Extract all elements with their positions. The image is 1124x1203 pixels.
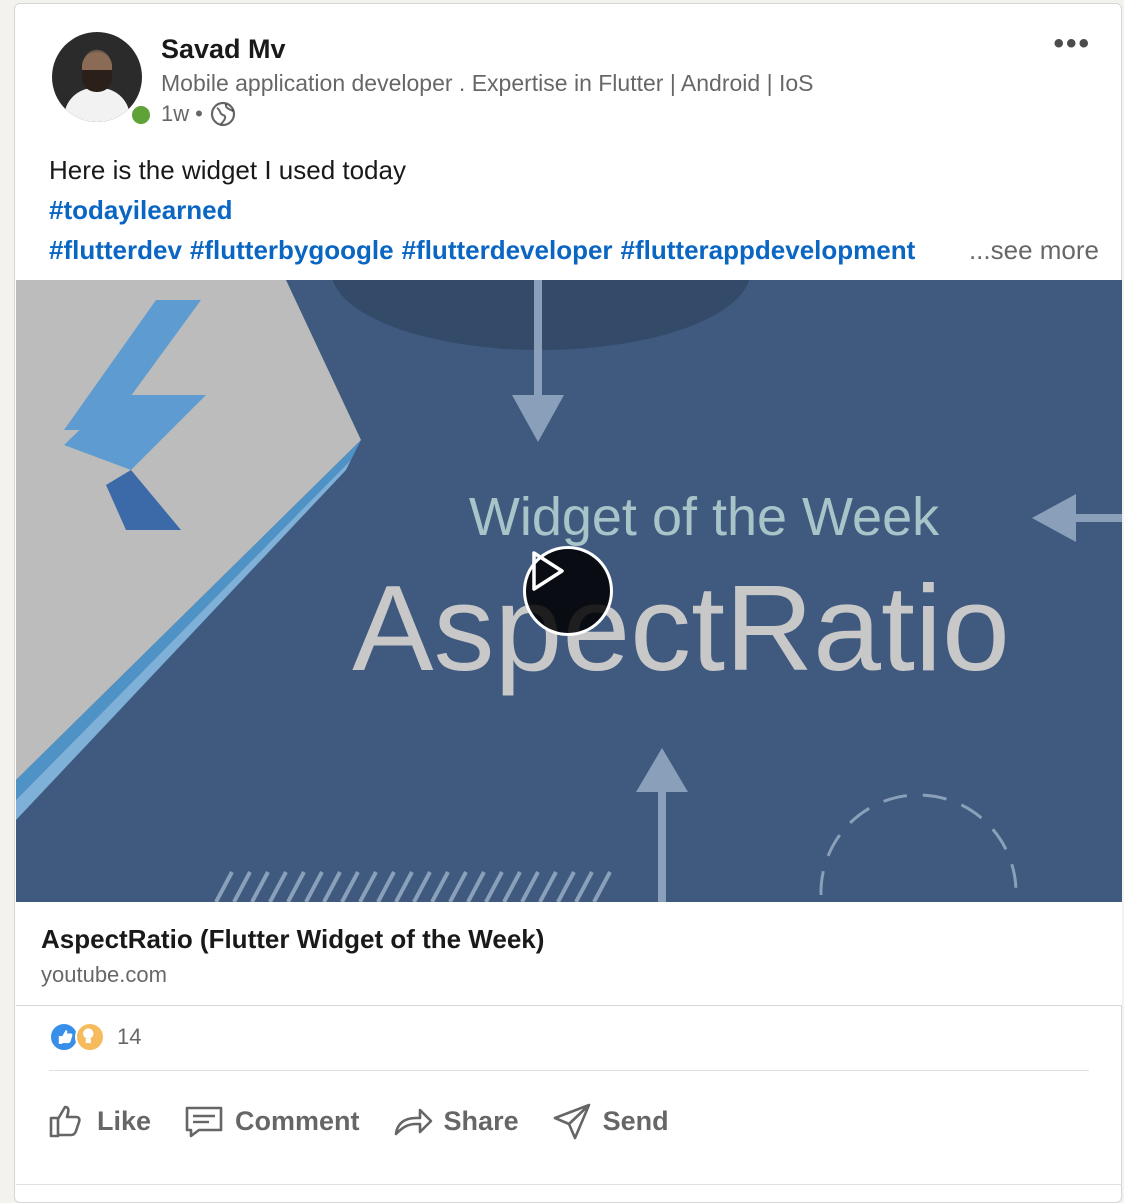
insightful-reaction-icon	[75, 1022, 105, 1052]
thumbs-up-icon	[49, 1105, 81, 1138]
video-thumbnail[interactable]: Widget of the Week AspectRatio	[16, 280, 1122, 902]
post-commentary: Here is the widget I used today #todayil…	[49, 150, 1099, 270]
like-button[interactable]: Like	[45, 1100, 151, 1142]
author-headline: Mobile application developer . Expertise…	[161, 70, 814, 96]
video-overline: Widget of the Week	[469, 487, 940, 547]
comment-icon	[185, 1106, 223, 1138]
author-name[interactable]: Savad Mv	[161, 34, 286, 65]
online-status-indicator	[128, 102, 154, 128]
share-icon	[394, 1108, 432, 1136]
play-button[interactable]	[523, 546, 613, 636]
globe-icon	[209, 100, 237, 128]
send-button[interactable]: Send	[551, 1100, 669, 1142]
post-meta: 1w •	[161, 100, 237, 128]
reaction-count[interactable]: 14	[117, 1024, 141, 1050]
social-divider	[49, 1070, 1089, 1071]
share-label: Share	[443, 1105, 519, 1136]
share-button[interactable]: Share	[392, 1100, 519, 1142]
hashtag-link[interactable]: #flutterbygoogle	[190, 230, 394, 270]
hashtag-link[interactable]: #flutterdev	[49, 230, 182, 270]
hashtag-list: #flutterdev #flutterbygoogle #flutterdev…	[49, 230, 949, 270]
commentary-text: Here is the widget I used today	[49, 155, 406, 185]
like-label: Like	[97, 1105, 152, 1136]
meta-separator: •	[195, 101, 203, 126]
comment-button[interactable]: Comment	[183, 1100, 360, 1142]
link-preview[interactable]: AspectRatio (Flutter Widget of the Week)…	[16, 902, 1122, 1006]
post-time: 1w	[161, 101, 190, 126]
send-label: Send	[602, 1105, 669, 1136]
comment-label: Comment	[235, 1105, 360, 1136]
link-domain: youtube.com	[41, 962, 167, 987]
feed-post-card: Savad Mv Mobile application developer . …	[14, 3, 1122, 1203]
video-headline: AspectRatio	[352, 560, 1010, 696]
see-more-button[interactable]: ...see more	[954, 230, 1099, 270]
hashtag-link[interactable]: #flutterappdevelopment	[621, 230, 916, 270]
link-title[interactable]: AspectRatio (Flutter Widget of the Week)	[41, 924, 544, 955]
overflow-menu-button[interactable]: •••	[1053, 29, 1091, 59]
reactions-summary[interactable]: 14	[49, 1022, 141, 1052]
send-icon	[553, 1103, 590, 1140]
author-avatar[interactable]	[52, 32, 154, 128]
play-icon	[532, 551, 564, 591]
hashtag-link[interactable]: #todayilearned	[49, 195, 233, 225]
action-bar: Like Comment Share Send	[45, 1100, 669, 1142]
card-bottom-divider	[16, 1184, 1122, 1185]
hashtag-link[interactable]: #flutterdeveloper	[402, 230, 613, 270]
